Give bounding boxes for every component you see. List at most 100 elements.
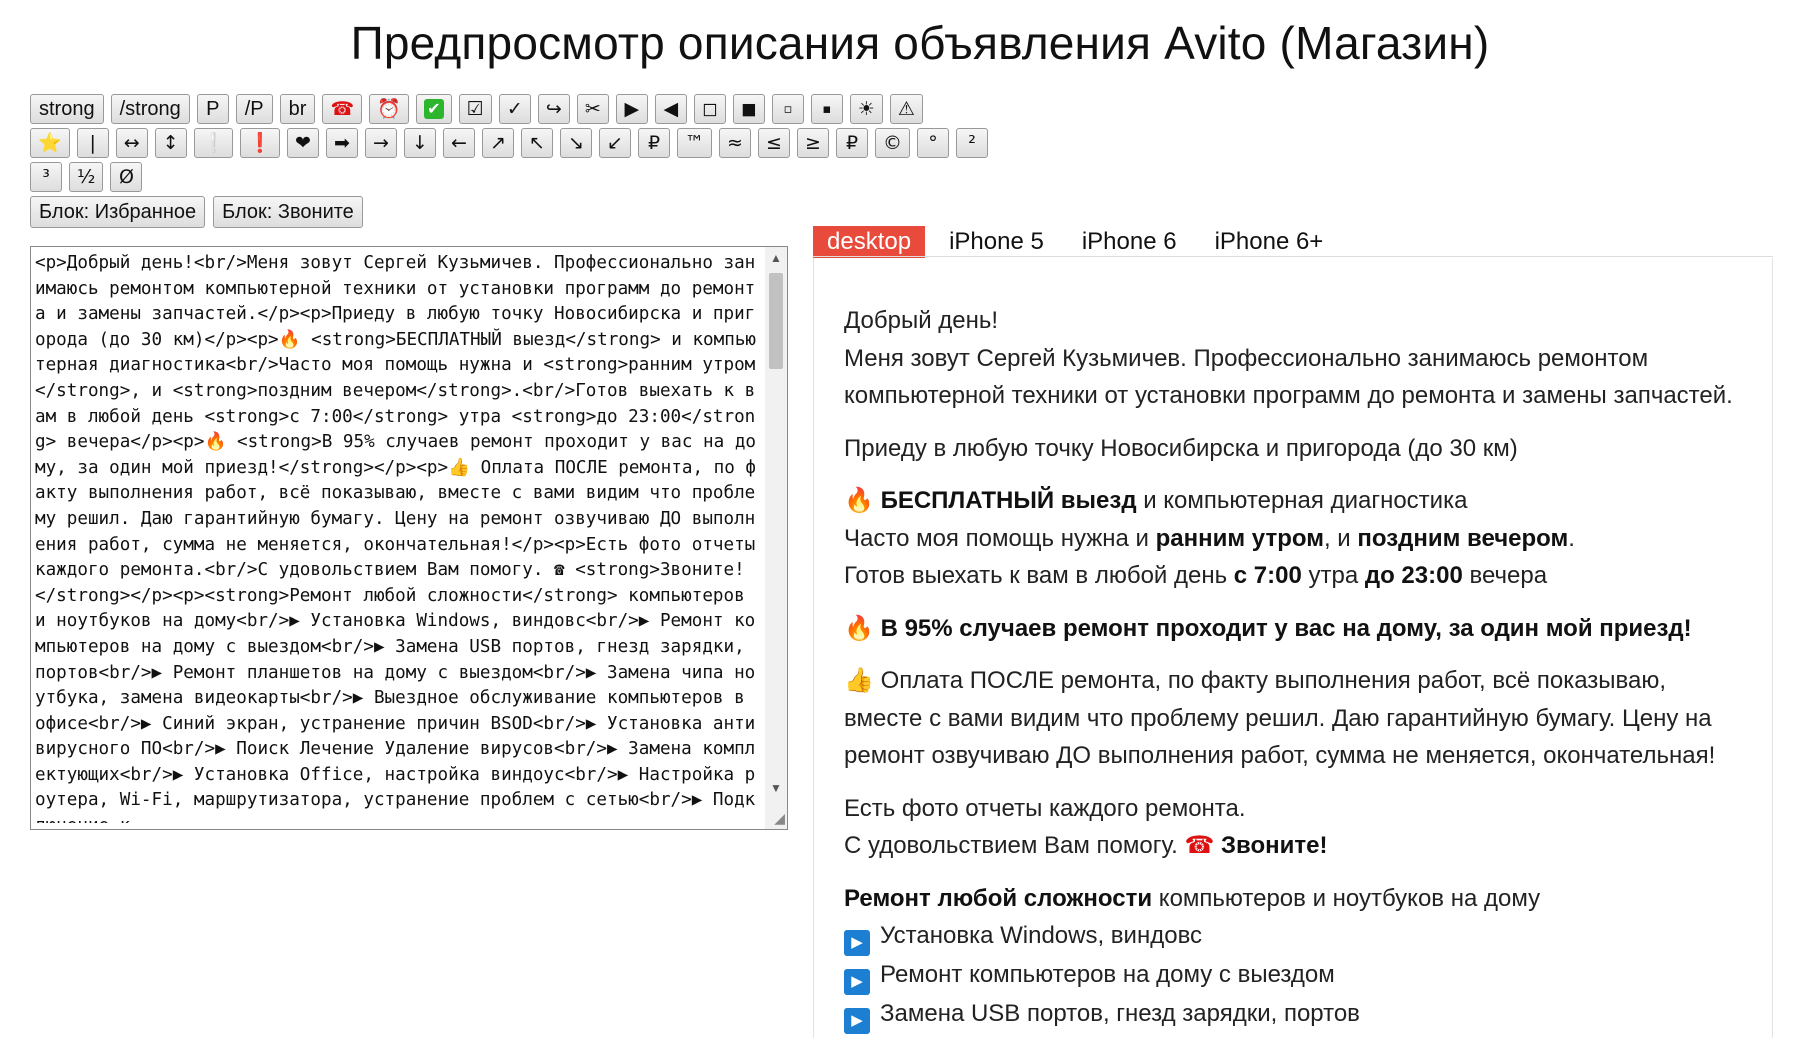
toolbar-row-3: ³ ½Ø — [30, 160, 1000, 194]
left-arrow-button-label: ← — [451, 131, 467, 154]
html-editor-textarea[interactable]: <p>Добрый день!<br/>Меня зовут Сергей Ку… — [35, 251, 759, 823]
close-strong-button[interactable]: /strong — [110, 94, 190, 124]
up-left-arrow-button[interactable]: ↖ — [521, 128, 554, 158]
green-check-icon-button[interactable]: ✔ — [415, 94, 452, 124]
right-arrow-button-label: → — [373, 131, 389, 154]
white-square-icon-button[interactable]: ◻ — [693, 94, 726, 124]
small-black-square-icon-button[interactable]: ▪ — [810, 94, 843, 124]
degree-button[interactable]: ° — [917, 128, 950, 158]
preview-paragraph-greeting: Добрый день! Меня зовут Сергей Кузьмичев… — [844, 302, 1744, 415]
star-icon-button[interactable]: ⭐ — [30, 128, 70, 158]
superscript-three-button-label: ³ — [42, 165, 50, 188]
left-right-arrow-button[interactable]: ↔ — [115, 128, 148, 158]
preview-paragraph-services: Ремонт любой сложности компьютеров и ноу… — [844, 880, 1744, 1034]
phone-icon-button[interactable]: ☎ — [322, 94, 363, 124]
preview-paragraph-visit: 🔥 БЕСПЛАТНЫЙ выезд и компьютерная диагно… — [844, 482, 1744, 595]
preview-text: и компьютерная диагностика — [1136, 487, 1468, 514]
alarm-icon-button-label: ⏰ — [377, 97, 401, 120]
close-p-button-label: /P — [244, 98, 264, 120]
preview-greeting: Добрый день! — [844, 307, 999, 334]
p-button[interactable]: P — [196, 94, 229, 124]
green-check-icon-button-label: ✔ — [423, 99, 444, 119]
sun-icon-button-label: ☀ — [857, 97, 875, 120]
down-left-arrow-button-label: ↙ — [607, 131, 623, 154]
ruble-button[interactable]: ₽ — [638, 128, 671, 158]
preview-text: Есть фото отчеты каждого ремонта. — [844, 794, 1246, 822]
up-right-arrow-button[interactable]: ↗ — [482, 128, 515, 158]
greater-equal-button-label: ≥ — [805, 131, 821, 154]
play-left-icon-button[interactable]: ◀ — [654, 94, 687, 124]
small-white-square-icon-button[interactable]: ▫ — [771, 94, 804, 124]
checkmark-icon-button[interactable]: ✓ — [498, 94, 531, 124]
preview-text: компьютеров и ноутбуков на дому — [1152, 884, 1541, 912]
sun-icon-button[interactable]: ☀ — [849, 94, 883, 124]
down-left-arrow-button[interactable]: ↙ — [599, 128, 632, 158]
thumbs-up-icon: 👍 — [844, 666, 874, 694]
black-square-icon-button[interactable]: ◼ — [732, 94, 765, 124]
scroll-down-icon[interactable]: ▼ — [770, 781, 782, 795]
tab-iphone-6-plus[interactable]: iPhone 6+ — [1201, 226, 1338, 258]
copyright-button[interactable]: © — [875, 128, 911, 158]
bold-right-arrow-button[interactable]: ➡ — [326, 128, 359, 158]
down-arrow-button[interactable]: ↓ — [404, 128, 437, 158]
toolbar-row-1: strong/strong P/P br ☎ ⏰ ✔ ☑ ✓ ↪ ✂ ▶ ◀ ◻ ◼ ▫ ▪ ☀ ⚠ — [30, 92, 1000, 126]
pipe-button[interactable]: | — [76, 128, 109, 158]
trademark-button[interactable]: ™ — [677, 128, 713, 158]
preview-text: Часто моя помощь нужна и — [844, 524, 1156, 552]
preview-text: Готов выехать к вам в любой день — [844, 562, 1234, 589]
preview-strong: ранним утром — [1155, 524, 1324, 552]
tab-iphone-5[interactable]: iPhone 5 — [935, 226, 1058, 258]
small-white-square-icon-button-label: ▫ — [783, 101, 793, 117]
up-down-arrow-button[interactable]: ↕ — [154, 128, 187, 158]
scroll-thumb[interactable] — [769, 273, 783, 369]
preview-strong: Ремонт любой сложности — [844, 884, 1153, 912]
resize-grip-icon[interactable]: ◢ — [774, 810, 785, 827]
left-right-arrow-button-label: ↔ — [123, 131, 140, 154]
heart-icon-button[interactable]: ❤ — [287, 128, 320, 158]
checkmark-icon-button-label: ✓ — [506, 97, 523, 120]
scissors-icon-button[interactable]: ✂ — [576, 94, 609, 124]
play-right-icon-button[interactable]: ▶ — [615, 94, 648, 124]
warning-icon-button[interactable]: ⚠ — [889, 94, 923, 124]
black-square-icon-button-label: ◼ — [740, 97, 757, 120]
tab-iphone-6[interactable]: iPhone 6 — [1068, 226, 1191, 258]
down-arrow-button-label: ↓ — [412, 131, 428, 154]
preview-paragraph-area: Приеду в любую точку Новосибирска и приг… — [844, 434, 1518, 462]
red-exclamation-button[interactable]: ❗ — [240, 128, 281, 158]
heart-icon-button-label: ❤ — [295, 131, 311, 154]
preview-strong: поздним вечером — [1357, 524, 1569, 552]
ruble-button-2[interactable]: ₽ — [836, 128, 869, 158]
play-button-icon: ▶ — [844, 930, 870, 956]
tab-desktop[interactable]: desktop — [813, 226, 926, 258]
checkbox-icon-button[interactable]: ☑ — [458, 94, 492, 124]
scroll-up-icon[interactable]: ▲ — [770, 251, 782, 265]
approx-button[interactable]: ≈ — [719, 128, 752, 158]
superscript-two-button[interactable]: ² — [956, 128, 989, 158]
preview-paragraph-photos: Есть фото отчеты каждого ремонта. С удов… — [844, 790, 1744, 865]
service-list-item: Замена USB портов, гнезд зарядки, портов — [880, 1000, 1360, 1027]
close-p-button[interactable]: /P — [235, 94, 273, 124]
superscript-three-button[interactable]: ³ — [30, 162, 62, 192]
alarm-icon-button[interactable]: ⏰ — [369, 94, 409, 124]
pipe-button-label: | — [89, 131, 96, 154]
editor-scrollbar[interactable]: ▲ ▼ — [765, 247, 787, 829]
up-right-arrow-button-label: ↗ — [490, 131, 506, 154]
block-call-button-label: Блок: Звоните — [222, 201, 354, 223]
html-editor-container: <p>Добрый день!<br/>Меня зовут Сергей Ку… — [30, 246, 788, 830]
down-right-arrow-button[interactable]: ↘ — [560, 128, 593, 158]
arrow-hook-icon-button[interactable]: ↪ — [537, 94, 570, 124]
white-exclamation-button[interactable]: ❕ — [193, 128, 234, 158]
block-favorites-button[interactable]: Блок: Избранное — [30, 196, 206, 228]
right-arrow-button[interactable]: → — [365, 128, 398, 158]
phone-icon: ☎ — [1184, 831, 1215, 859]
block-call-button[interactable]: Блок: Звоните — [213, 196, 363, 228]
half-button[interactable]: ½ — [69, 162, 104, 192]
block-favorites-button-label: Блок: Избранное — [39, 201, 197, 223]
greater-equal-button[interactable]: ≥ — [797, 128, 830, 158]
diameter-button[interactable]: Ø — [110, 162, 143, 192]
up-down-arrow-button-label: ↕ — [162, 131, 179, 154]
left-arrow-button[interactable]: ← — [443, 128, 476, 158]
br-button[interactable]: br — [279, 94, 316, 124]
strong-button[interactable]: strong — [30, 94, 104, 124]
less-equal-button[interactable]: ≤ — [758, 128, 791, 158]
